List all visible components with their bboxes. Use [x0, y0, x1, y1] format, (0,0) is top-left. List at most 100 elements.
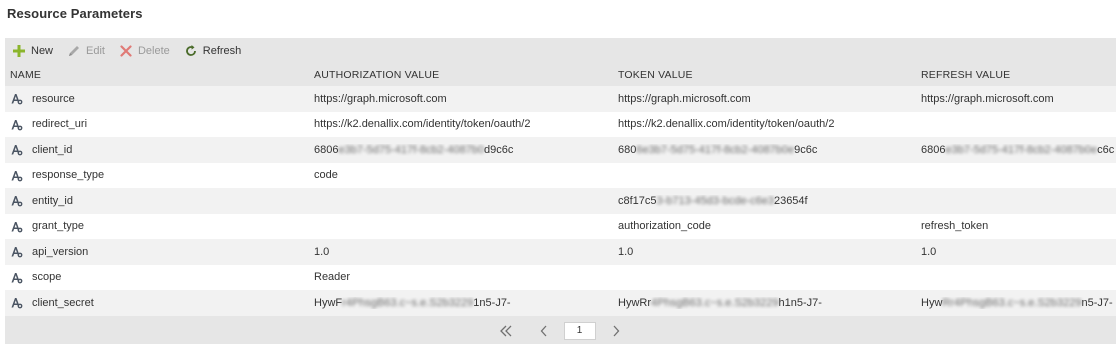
authorization-value-cell: 6806e3b7-5d75-417f-8cb2-4087b0d9c6c [314, 144, 618, 156]
token-value-text: 23654f [773, 194, 808, 207]
refresh-value-text: https://graph.microsoft.com [921, 92, 1054, 105]
token-value-text: c8f17c5 [618, 194, 657, 207]
parameter-name: resource [32, 92, 75, 105]
refresh-value-text: 6806 [921, 143, 946, 156]
new-button[interactable]: New [12, 42, 53, 60]
name-cell: scope [5, 271, 314, 284]
column-header-token-value[interactable]: TOKEN VALUE [618, 69, 921, 81]
name-cell: client_secret [5, 296, 314, 309]
name-cell: entity_id [5, 194, 314, 207]
parameter-icon [10, 118, 23, 131]
authorization-value-redacted-text: r4PhsgB63.c~s.e.S2b3229 [342, 296, 474, 309]
resource-parameters-panel: New Edit Delete Refresh NAME AUTHORIZATI… [5, 38, 1116, 344]
refresh-icon [184, 44, 198, 58]
page-number-value: 1 [576, 325, 583, 336]
authorization-value-text: https://graph.microsoft.com [314, 92, 447, 105]
token-value-text: HywRr [618, 296, 651, 309]
authorization-value-cell: https://k2.denallix.com/identity/token/o… [314, 118, 618, 130]
table-row[interactable]: response_type code [5, 162, 1116, 188]
authorization-value-text: HywF [314, 296, 343, 309]
table-row[interactable]: entity_id c8f17c53-b713-45d3-bcde-c6e3236… [5, 188, 1116, 214]
parameter-icon [10, 296, 23, 309]
refresh-button-label: Refresh [202, 45, 242, 57]
next-page-button[interactable] [606, 322, 626, 340]
parameter-icon [10, 92, 23, 105]
table-row[interactable]: redirect_uri https://k2.denallix.com/iden… [5, 111, 1116, 137]
table-row[interactable]: client_id 6806e3b7-5d75-417f-8cb2-4087b0d… [5, 137, 1116, 163]
parameter-name: entity_id [32, 194, 73, 207]
refresh-value-cell: HywRr4PhsgB63.c~s.e.S2b3229n5-J7- [921, 297, 1116, 309]
delete-button-label: Delete [137, 45, 170, 57]
token-value-text: h1n5-J7- [778, 296, 822, 309]
name-cell: resource [5, 92, 314, 105]
name-cell: response_type [5, 169, 314, 182]
table-row[interactable]: api_version 1.0 1.0 1.0 [5, 239, 1116, 265]
refresh-value-text: c6c [1097, 143, 1115, 156]
refresh-value-text: refresh_token [921, 220, 989, 233]
authorization-value-text: 1n5-J7- [473, 296, 511, 309]
name-cell: api_version [5, 245, 314, 258]
name-cell: client_id [5, 143, 314, 156]
token-value-text: 9c6c [794, 143, 818, 156]
parameter-name: grant_type [32, 220, 84, 233]
token-value-redacted-text: 6e3b7-5d75-417f-8cb2-4087b0e [636, 143, 795, 156]
authorization-value-text: https://k2.denallix.com/identity/token/o… [314, 118, 531, 131]
name-cell: redirect_uri [5, 118, 314, 131]
new-button-label: New [31, 45, 54, 57]
authorization-value-text: code [314, 169, 338, 182]
x-icon [119, 44, 133, 58]
authorization-value-cell: HywFr4PhsgB63.c~s.e.S2b32291n5-J7- [314, 297, 618, 309]
page-title: Resource Parameters [7, 6, 143, 21]
column-header-authorization-value[interactable]: AUTHORIZATION VALUE [314, 69, 618, 81]
token-value-cell: 1.0 [618, 246, 921, 258]
chevron-right-icon [613, 325, 619, 336]
authorization-value-text: 1.0 [314, 245, 330, 258]
token-value-text: https://k2.denallix.com/identity/token/o… [618, 118, 835, 131]
table-row[interactable]: client_secret HywFr4PhsgB63.c~s.e.S2b3229… [5, 290, 1116, 316]
refresh-value-text: n5-J7- [1081, 296, 1113, 309]
authorization-value-cell: 1.0 [314, 246, 618, 258]
token-value-cell: 6806e3b7-5d75-417f-8cb2-4087b0e9c6c [618, 144, 921, 156]
parameter-name: client_id [32, 143, 73, 156]
refresh-value-cell: 1.0 [921, 246, 1116, 258]
edit-button[interactable]: Edit [67, 42, 105, 60]
refresh-value-cell: https://graph.microsoft.com [921, 93, 1116, 105]
column-header-refresh-value[interactable]: REFRESH VALUE [921, 69, 1116, 81]
edit-button-label: Edit [86, 45, 105, 57]
refresh-value-text: 1.0 [921, 245, 937, 258]
parameter-name: redirect_uri [32, 118, 88, 131]
grid-body: resource https://graph.microsoft.com https… [5, 86, 1116, 316]
token-value-cell: https://k2.denallix.com/identity/token/o… [618, 118, 921, 130]
token-value-cell: HywRr4PhsgB63.c~s.e.S2b3229h1n5-J7- [618, 297, 921, 309]
table-row[interactable]: grant_type authorization_code refresh_toke… [5, 213, 1116, 239]
chevron-left-icon [540, 325, 546, 336]
pager: 1 [5, 318, 1116, 343]
token-value-cell: authorization_code [618, 220, 921, 232]
table-row[interactable]: scope Reader [5, 264, 1116, 290]
double-chevron-left-icon [499, 325, 511, 336]
token-value-cell: https://graph.microsoft.com [618, 93, 921, 105]
parameter-icon [10, 271, 23, 284]
token-value-text: authorization_code [618, 220, 711, 233]
parameter-icon [10, 245, 23, 258]
table-row[interactable]: resource https://graph.microsoft.com https… [5, 86, 1116, 112]
token-value-text: 1.0 [618, 245, 634, 258]
token-value-cell: c8f17c53-b713-45d3-bcde-c6e323654f [618, 195, 921, 207]
refresh-value-cell: 6806e3b7-5d75-417f-8cb2-4087b0ec6c [921, 144, 1116, 156]
refresh-button[interactable]: Refresh [184, 42, 242, 60]
parameter-icon [10, 169, 23, 182]
token-value-redacted-text: 3-b713-45d3-bcde-c6e3 [656, 194, 774, 207]
token-value-text: 680 [618, 143, 637, 156]
authorization-value-cell: https://graph.microsoft.com [314, 93, 618, 105]
column-header-name[interactable]: NAME [5, 69, 314, 81]
plus-icon [12, 44, 26, 58]
toolbar: New Edit Delete Refresh [5, 38, 1116, 64]
parameter-icon [10, 194, 23, 207]
page-number-input[interactable]: 1 [563, 321, 596, 340]
authorization-value-text: Reader [314, 271, 351, 284]
authorization-value-redacted-text: e3b7-5d75-417f-8cb2-4087b0 [338, 143, 485, 156]
parameter-name: api_version [32, 245, 89, 258]
delete-button[interactable]: Delete [119, 42, 170, 60]
previous-page-button[interactable] [534, 322, 554, 340]
first-page-button[interactable] [496, 322, 516, 340]
